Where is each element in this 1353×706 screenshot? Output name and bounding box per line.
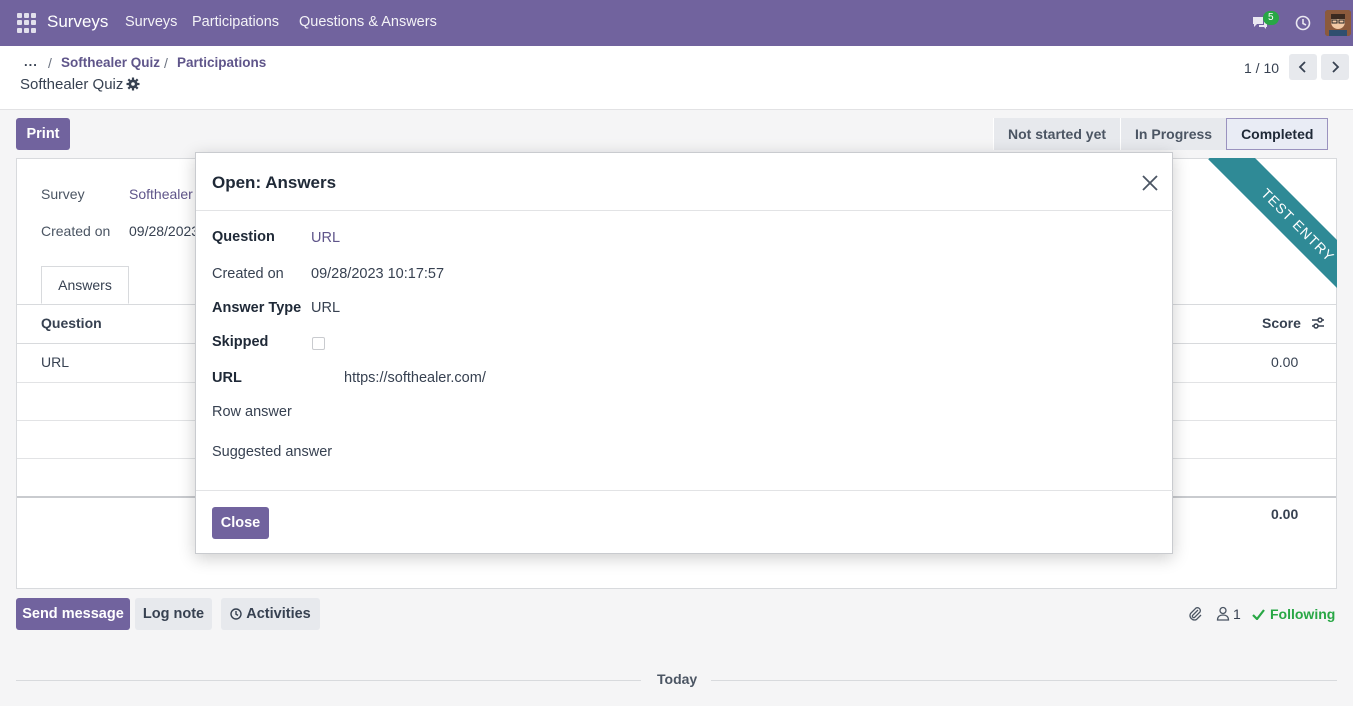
created-on-value: 09/28/2023 10:17:57 [311, 266, 445, 282]
answer-type-value[interactable]: URL [311, 300, 340, 316]
skipped-checkbox[interactable] [312, 337, 325, 350]
close-button[interactable]: Close [212, 507, 269, 539]
dialog-footer-divider [196, 490, 1174, 491]
dialog-title: Open: Answers [212, 173, 337, 192]
answer-type-label: Answer Type [212, 300, 302, 316]
skipped-label: Skipped [212, 334, 269, 350]
question-value[interactable]: URL [311, 230, 340, 246]
url-label: URL [212, 370, 242, 386]
answers-dialog: Open: Answers Question URL Created on 09… [195, 152, 1174, 554]
row-answer-label: Row answer [212, 404, 292, 420]
url-value[interactable]: https://softhealer.com/ [344, 370, 486, 386]
close-icon[interactable] [1140, 173, 1160, 193]
question-label: Question [212, 229, 275, 245]
suggested-answer-label: Suggested answer [212, 444, 333, 460]
dialog-header-divider [196, 210, 1174, 211]
created-on-label: Created on [212, 266, 284, 282]
